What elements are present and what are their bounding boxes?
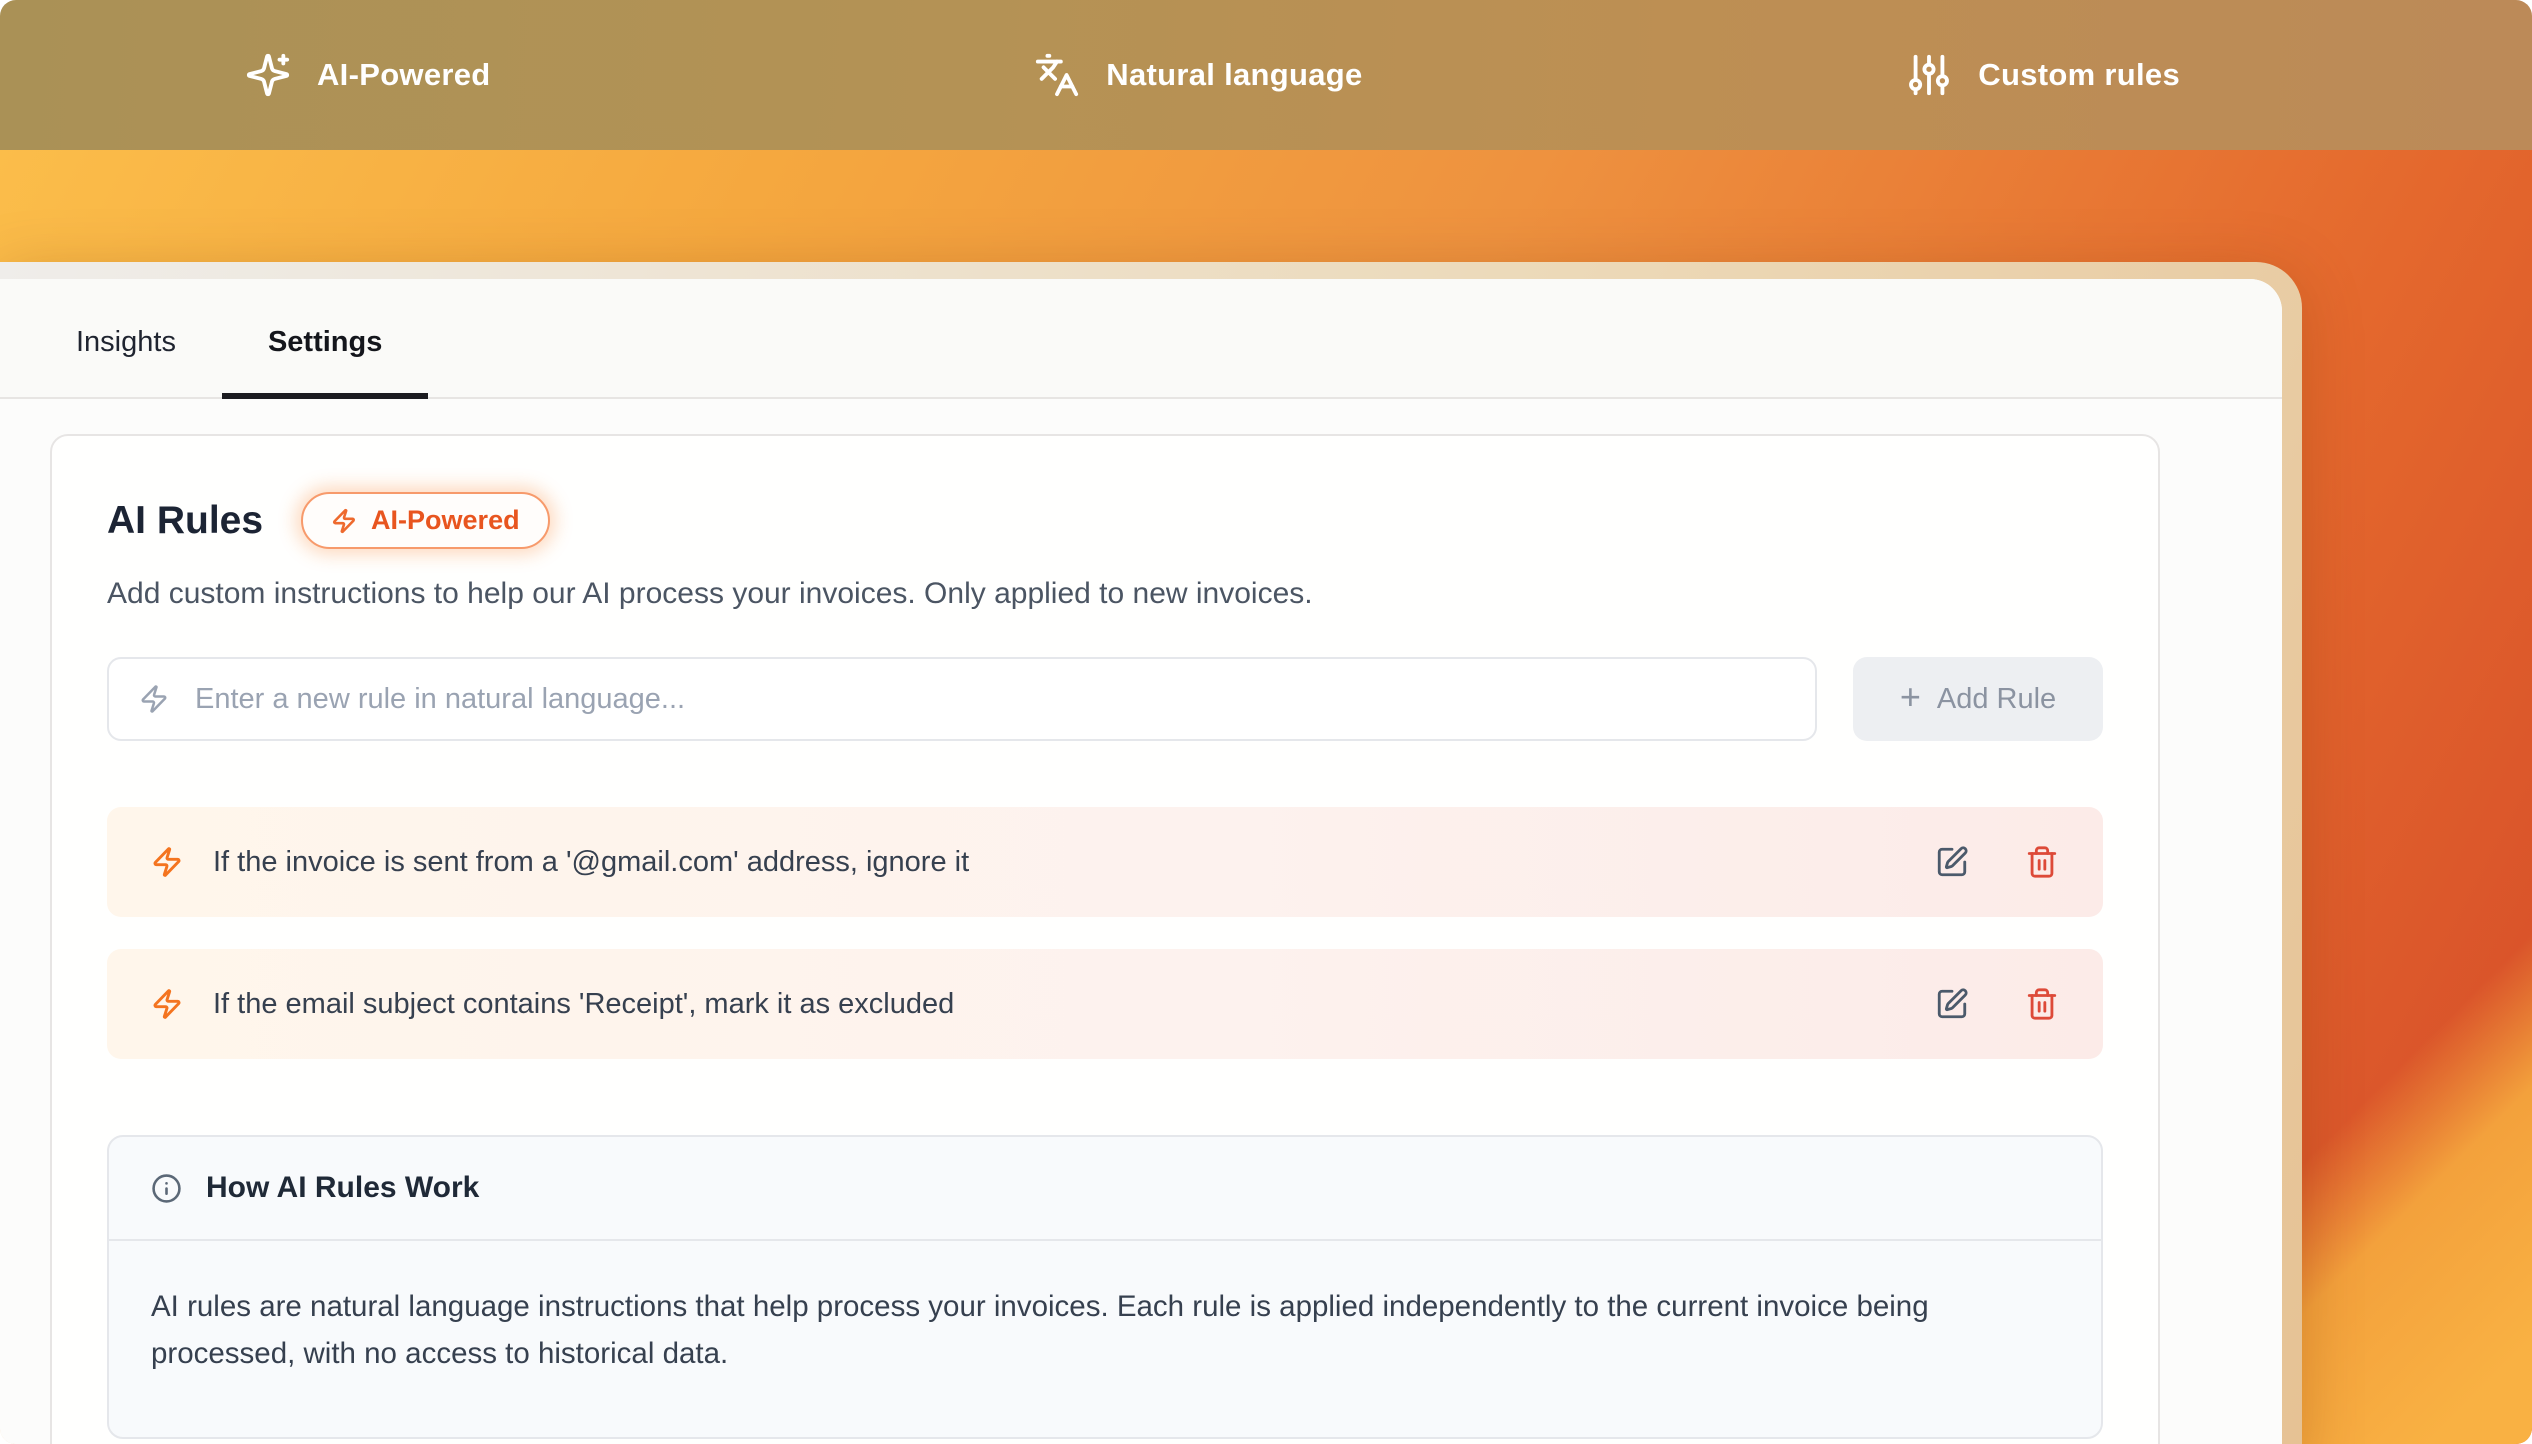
rule-row: If the invoice is sent from a '@gmail.co… <box>107 807 2103 917</box>
wallpaper-gradient-wedge <box>2282 844 2532 1444</box>
ai-rules-card: AI Rules AI-Powered Add custom instructi… <box>50 434 2160 1444</box>
edit-icon <box>1935 987 1969 1021</box>
rules-list: If the invoice is sent from a '@gmail.co… <box>107 807 2103 1059</box>
rule-row: If the email subject contains 'Receipt',… <box>107 949 2103 1059</box>
delete-rule-button[interactable] <box>2025 845 2059 879</box>
new-rule-input-wrapper <box>107 657 1817 741</box>
how-rules-work-section: How AI Rules Work AI rules are natural l… <box>107 1135 2103 1439</box>
tab-bar: Insights Settings <box>0 279 2282 399</box>
zap-icon <box>151 846 183 878</box>
how-rules-work-title: How AI Rules Work <box>206 1171 479 1205</box>
ai-powered-badge: AI-Powered <box>301 492 550 549</box>
zap-icon <box>151 988 183 1020</box>
tab-insights[interactable]: Insights <box>30 279 222 397</box>
tab-label: Insights <box>76 326 176 359</box>
sliders-icon <box>1906 52 1952 98</box>
info-icon <box>151 1173 182 1204</box>
delete-rule-button[interactable] <box>2025 987 2059 1021</box>
rule-actions <box>1935 845 2059 879</box>
how-rules-work-body: AI rules are natural language instructio… <box>109 1241 2099 1437</box>
banner-item-label: Custom rules <box>1978 57 2180 93</box>
plus-icon: + <box>1900 679 1921 715</box>
badge-label: AI-Powered <box>371 505 520 536</box>
rule-actions <box>1935 987 2059 1021</box>
app-window: Insights Settings AI Rules AI-Powe <box>0 262 2302 1444</box>
new-rule-row: + Add Rule <box>107 657 2103 741</box>
edit-rule-button[interactable] <box>1935 845 1969 879</box>
banner-item-label: Natural language <box>1106 57 1362 93</box>
settings-panel: AI Rules AI-Powered Add custom instructi… <box>0 401 2282 1444</box>
add-rule-button[interactable]: + Add Rule <box>1853 657 2103 741</box>
sparkles-icon <box>245 52 291 98</box>
rule-text: If the invoice is sent from a '@gmail.co… <box>213 846 969 879</box>
page-title: AI Rules <box>107 499 263 543</box>
zap-icon <box>331 508 357 534</box>
banner-item-ai-powered: AI-Powered <box>245 52 491 98</box>
languages-icon <box>1034 52 1080 98</box>
trash-icon <box>2025 845 2059 879</box>
app-window-content: Insights Settings AI Rules AI-Powe <box>0 279 2282 1444</box>
banner-item-custom-rules: Custom rules <box>1906 52 2180 98</box>
banner-item-natural-language: Natural language <box>1034 52 1362 98</box>
rule-text: If the email subject contains 'Receipt',… <box>213 988 954 1021</box>
tab-label: Settings <box>268 326 382 359</box>
zap-icon <box>139 684 169 714</box>
card-description: Add custom instructions to help our AI p… <box>107 577 2103 611</box>
edit-icon <box>1935 845 1969 879</box>
feature-banner: AI-Powered Natural language Custom rules <box>0 0 2532 150</box>
add-rule-label: Add Rule <box>1937 683 2056 716</box>
edit-rule-button[interactable] <box>1935 987 1969 1021</box>
how-rules-work-header: How AI Rules Work <box>109 1137 2101 1241</box>
screenshot-root: AI-Powered Natural language Custom rules <box>0 0 2532 1444</box>
tab-settings[interactable]: Settings <box>222 279 428 397</box>
ai-rules-header: AI Rules AI-Powered <box>107 492 2103 549</box>
new-rule-input[interactable] <box>193 682 1785 717</box>
trash-icon <box>2025 987 2059 1021</box>
banner-item-label: AI-Powered <box>317 57 491 93</box>
